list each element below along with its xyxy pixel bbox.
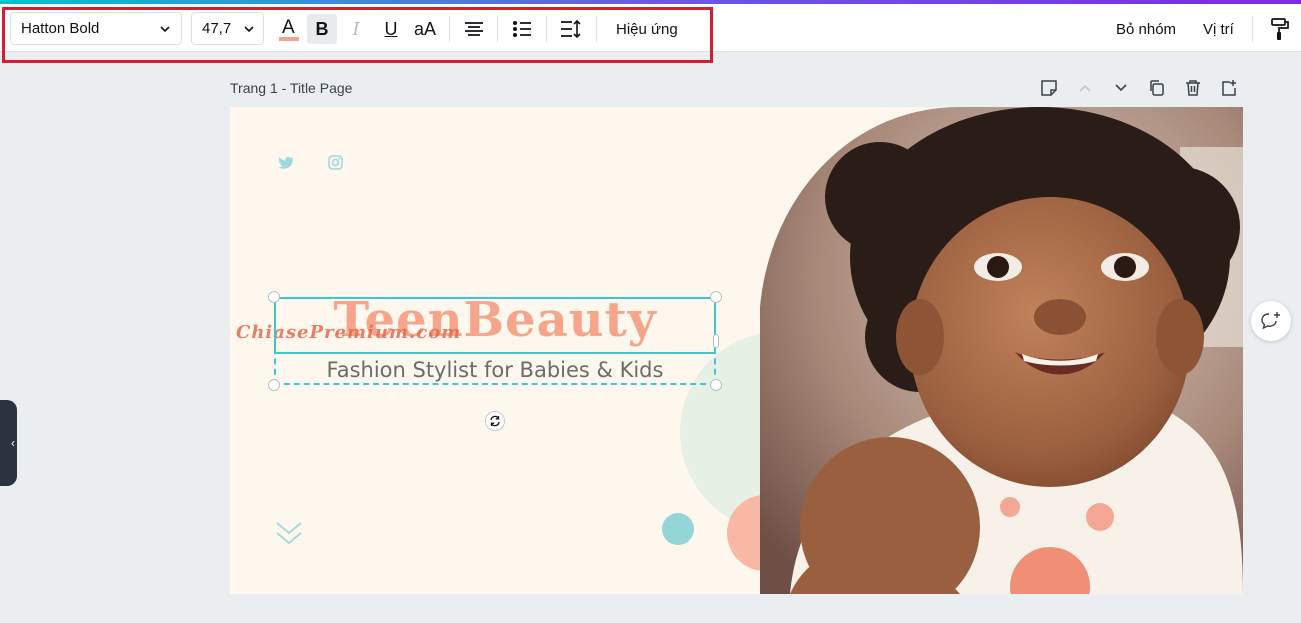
decor-circle-teal bbox=[662, 513, 694, 545]
resize-handle-top-left[interactable] bbox=[268, 291, 280, 303]
move-page-down-button[interactable] bbox=[1111, 78, 1131, 98]
double-chevron-icon bbox=[276, 522, 302, 545]
add-comment-button[interactable] bbox=[1251, 301, 1291, 341]
effects-button[interactable]: Hiệu ứng bbox=[608, 14, 686, 44]
letter-case-button[interactable]: aA bbox=[408, 14, 442, 44]
text-selection-box[interactable] bbox=[274, 297, 716, 354]
spacing-icon bbox=[561, 19, 581, 39]
spacing-button[interactable] bbox=[556, 14, 586, 44]
resize-handle-right[interactable] bbox=[713, 334, 719, 348]
page-notes-button[interactable] bbox=[1039, 78, 1059, 98]
instagram-icon[interactable] bbox=[328, 155, 343, 170]
add-page-button[interactable] bbox=[1219, 78, 1239, 98]
twitter-icon[interactable] bbox=[278, 156, 294, 170]
paint-roller-icon bbox=[1271, 18, 1289, 40]
chevron-down-icon bbox=[1115, 84, 1127, 92]
list-icon bbox=[513, 21, 531, 37]
bold-button[interactable]: B bbox=[307, 14, 337, 44]
copy-style-button[interactable] bbox=[1265, 14, 1295, 44]
align-button[interactable] bbox=[459, 14, 489, 44]
underline-button[interactable]: U bbox=[376, 14, 406, 44]
toolbar-divider bbox=[546, 16, 547, 42]
page-label: Trang 1 - Title Page bbox=[230, 80, 353, 96]
resize-handle-top-right[interactable] bbox=[710, 291, 722, 303]
note-icon bbox=[1041, 80, 1057, 96]
font-family-value: Hatton Bold bbox=[21, 20, 100, 37]
ungroup-button[interactable]: Bỏ nhóm bbox=[1108, 14, 1184, 44]
resize-handle-bottom-right[interactable] bbox=[710, 379, 722, 391]
delete-page-button[interactable] bbox=[1183, 78, 1203, 98]
chevron-down-icon bbox=[160, 25, 170, 32]
font-size-value: 47,7 bbox=[202, 20, 232, 37]
chevron-up-icon bbox=[1079, 84, 1091, 92]
chevron-down-icon bbox=[244, 25, 254, 32]
resize-handle-bottom-left[interactable] bbox=[268, 379, 280, 391]
move-page-up-button[interactable] bbox=[1075, 78, 1095, 98]
list-button[interactable] bbox=[507, 14, 537, 44]
toolbar-divider bbox=[1252, 16, 1253, 42]
text-color-icon: A bbox=[278, 17, 300, 41]
trash-icon bbox=[1186, 80, 1200, 96]
photo-illustration bbox=[760, 107, 1243, 594]
italic-button[interactable]: I bbox=[341, 14, 371, 44]
editor-toolbar: Hatton Bold 47,7 A B I U aA Hiệu ứng Bỏ … bbox=[0, 4, 1301, 52]
comment-add-icon bbox=[1261, 312, 1280, 330]
add-page-icon bbox=[1222, 80, 1236, 96]
rotate-icon bbox=[490, 415, 500, 427]
child-photo[interactable] bbox=[760, 107, 1243, 594]
duplicate-page-button[interactable] bbox=[1147, 78, 1167, 98]
toolbar-divider bbox=[497, 16, 498, 42]
position-button[interactable]: Vị trí bbox=[1195, 14, 1242, 44]
font-family-select[interactable]: Hatton Bold bbox=[10, 12, 182, 45]
align-center-icon bbox=[465, 22, 483, 36]
chevron-left-icon: ‹ bbox=[11, 436, 15, 450]
toolbar-divider bbox=[449, 16, 450, 42]
side-panel-toggle[interactable]: ‹ bbox=[0, 400, 17, 486]
copy-icon bbox=[1150, 80, 1164, 96]
rotate-handle[interactable] bbox=[485, 411, 505, 431]
text-color-button[interactable]: A bbox=[274, 14, 304, 44]
toolbar-divider bbox=[596, 16, 597, 42]
font-size-select[interactable]: 47,7 bbox=[191, 12, 264, 45]
